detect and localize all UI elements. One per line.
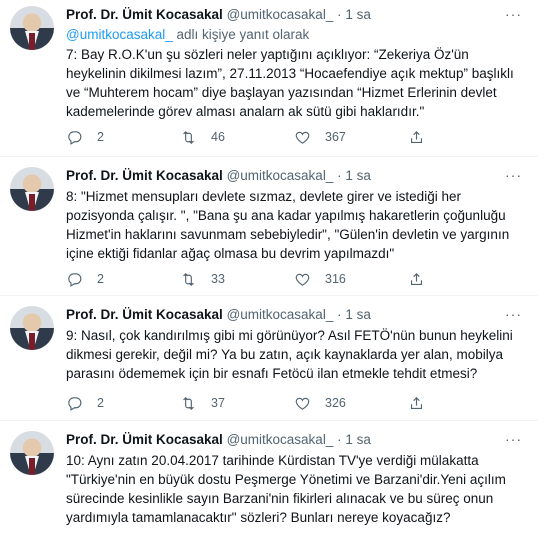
- author-handle[interactable]: @umitkocasakal_: [227, 168, 334, 183]
- tweet-header: Prof. Dr. Ümit Kocasakal @umitkocasakal_…: [66, 6, 371, 24]
- tweet-text-line: parasını ödememek için bir esnafı Fetöcü…: [66, 366, 478, 381]
- reply-count: 2: [97, 272, 104, 286]
- separator-dot: ·: [337, 168, 342, 183]
- tweet-text-line: 8: "Hizmet mensupları devlete sızmaz, de…: [66, 189, 461, 204]
- tweet-text-line: Hizmet'in haklarını savunmam sebebiyledi…: [66, 227, 510, 242]
- tweet-text-line: dikmesi gerekir, değil mi? Ya bu zatın, …: [66, 347, 503, 362]
- reply-mention-link[interactable]: @umitkocasakal_: [66, 27, 173, 42]
- more-icon[interactable]: ···: [505, 6, 522, 22]
- share-icon: [410, 272, 423, 285]
- more-icon[interactable]: ···: [505, 306, 522, 322]
- author-handle[interactable]: @umitkocasakal_: [227, 7, 334, 22]
- share-button[interactable]: [408, 393, 425, 413]
- tweet-text-line: 10: Aynı zatın 20.04.2017 tarihinde Kürd…: [66, 453, 479, 468]
- retweet-button[interactable]: 46: [180, 127, 225, 147]
- tweet-text-line: heykelinin dikilmesi lazım”, 27.11.2013 …: [66, 66, 514, 81]
- author-name[interactable]: Prof. Dr. Ümit Kocasakal: [66, 432, 223, 447]
- retweet-icon: [183, 130, 194, 144]
- author-handle[interactable]: @umitkocasakal_: [227, 307, 334, 322]
- retweet-button[interactable]: 37: [180, 393, 225, 413]
- retweet-count: 33: [211, 272, 225, 286]
- tweet[interactable]: Prof. Dr. Ümit Kocasakal @umitkocasakal_…: [0, 296, 538, 420]
- retweet-icon: [183, 272, 194, 286]
- share-icon: [410, 396, 423, 409]
- tweet-text-line: 7: Bay R.O.K'un şu sözleri neler yaptığı…: [66, 47, 469, 62]
- author-name[interactable]: Prof. Dr. Ümit Kocasakal: [66, 168, 223, 183]
- tweet[interactable]: Prof. Dr. Ümit Kocasakal @umitkocasakal_…: [0, 0, 538, 156]
- tweet-text-line: pozisyonda çalışır. ", "Bana şu ana kada…: [66, 208, 506, 223]
- author-name[interactable]: Prof. Dr. Ümit Kocasakal: [66, 307, 223, 322]
- separator-dot: ·: [337, 307, 342, 322]
- reply-context: @umitkocasakal_ adlı kişiye yanıt olarak: [66, 26, 309, 44]
- tweet-text-line: ve “Muhterem hocam” diye başlayan yazısı…: [66, 85, 497, 100]
- tweet-text-line: sürecinde kesinlikle sayın Barzani'nin f…: [66, 491, 494, 506]
- like-count: 316: [325, 272, 346, 286]
- tweet-timestamp[interactable]: 1 sa: [345, 432, 371, 447]
- more-icon[interactable]: ···: [505, 431, 522, 447]
- retweet-count: 37: [211, 396, 225, 410]
- retweet-icon: [183, 396, 194, 410]
- like-button[interactable]: 326: [294, 393, 346, 413]
- avatar[interactable]: [10, 431, 54, 475]
- tweet-text-line: kademelerinde görev alması analarn ak sü…: [66, 104, 425, 119]
- reply-count: 2: [97, 130, 104, 144]
- reply-button[interactable]: 2: [66, 393, 104, 413]
- heart-icon: [295, 273, 310, 286]
- reply-button[interactable]: 2: [66, 127, 104, 147]
- like-count: 367: [325, 130, 346, 144]
- tweet-timestamp[interactable]: 1 sa: [345, 168, 371, 183]
- share-button[interactable]: [408, 127, 425, 147]
- like-count: 326: [325, 396, 346, 410]
- tweet-text: 9: Nasıl, çok kandırılmış gibi mi görünü…: [66, 326, 531, 383]
- tweet-text: 8: "Hizmet mensupları devlete sızmaz, de…: [66, 187, 531, 263]
- tweet-text-line: yardımıyla tamamlanacaktır" sözleri? Bun…: [66, 510, 451, 525]
- avatar[interactable]: [10, 306, 54, 350]
- tweet-text: 10: Aynı zatın 20.04.2017 tarihinde Kürd…: [66, 451, 531, 527]
- tweet[interactable]: Prof. Dr. Ümit Kocasakal @umitkocasakal_…: [0, 157, 538, 295]
- tweet-header: Prof. Dr. Ümit Kocasakal @umitkocasakal_…: [66, 167, 371, 185]
- like-button[interactable]: 367: [294, 127, 346, 147]
- heart-icon: [295, 397, 310, 410]
- avatar[interactable]: [10, 167, 54, 211]
- tweet-text-line: 9: Nasıl, çok kandırılmış gibi mi görünü…: [66, 328, 513, 343]
- separator-dot: ·: [337, 7, 342, 22]
- reply-button[interactable]: 2: [66, 269, 104, 289]
- tweet-header: Prof. Dr. Ümit Kocasakal @umitkocasakal_…: [66, 306, 371, 324]
- tweet-text-line: "Türkiye'nin en büyük dostu Peşmerge Yön…: [66, 472, 506, 487]
- retweet-button[interactable]: 33: [180, 269, 225, 289]
- share-icon: [410, 130, 423, 143]
- avatar[interactable]: [10, 6, 54, 50]
- like-button[interactable]: 316: [294, 269, 346, 289]
- retweet-count: 46: [211, 130, 225, 144]
- separator-dot: ·: [337, 432, 342, 447]
- tweet-text-line: içine ektiği fidanlar ağaç olmasa bu dev…: [66, 246, 395, 261]
- tweet-header: Prof. Dr. Ümit Kocasakal @umitkocasakal_…: [66, 431, 371, 449]
- tweet-text: 7: Bay R.O.K'un şu sözleri neler yaptığı…: [66, 45, 531, 121]
- author-handle[interactable]: @umitkocasakal_: [227, 432, 334, 447]
- more-icon[interactable]: ···: [505, 167, 522, 183]
- share-button[interactable]: [408, 269, 425, 289]
- reply-icon: [68, 396, 82, 411]
- reply-icon: [68, 272, 82, 287]
- author-name[interactable]: Prof. Dr. Ümit Kocasakal: [66, 7, 223, 22]
- tweet[interactable]: Prof. Dr. Ümit Kocasakal @umitkocasakal_…: [0, 421, 538, 534]
- reply-count: 2: [97, 396, 104, 410]
- tweet-timestamp[interactable]: 1 sa: [345, 307, 371, 322]
- heart-icon: [295, 131, 310, 144]
- tweet-timestamp[interactable]: 1 sa: [345, 7, 371, 22]
- reply-icon: [68, 130, 82, 145]
- reply-context-text: adlı kişiye yanıt olarak: [172, 27, 310, 42]
